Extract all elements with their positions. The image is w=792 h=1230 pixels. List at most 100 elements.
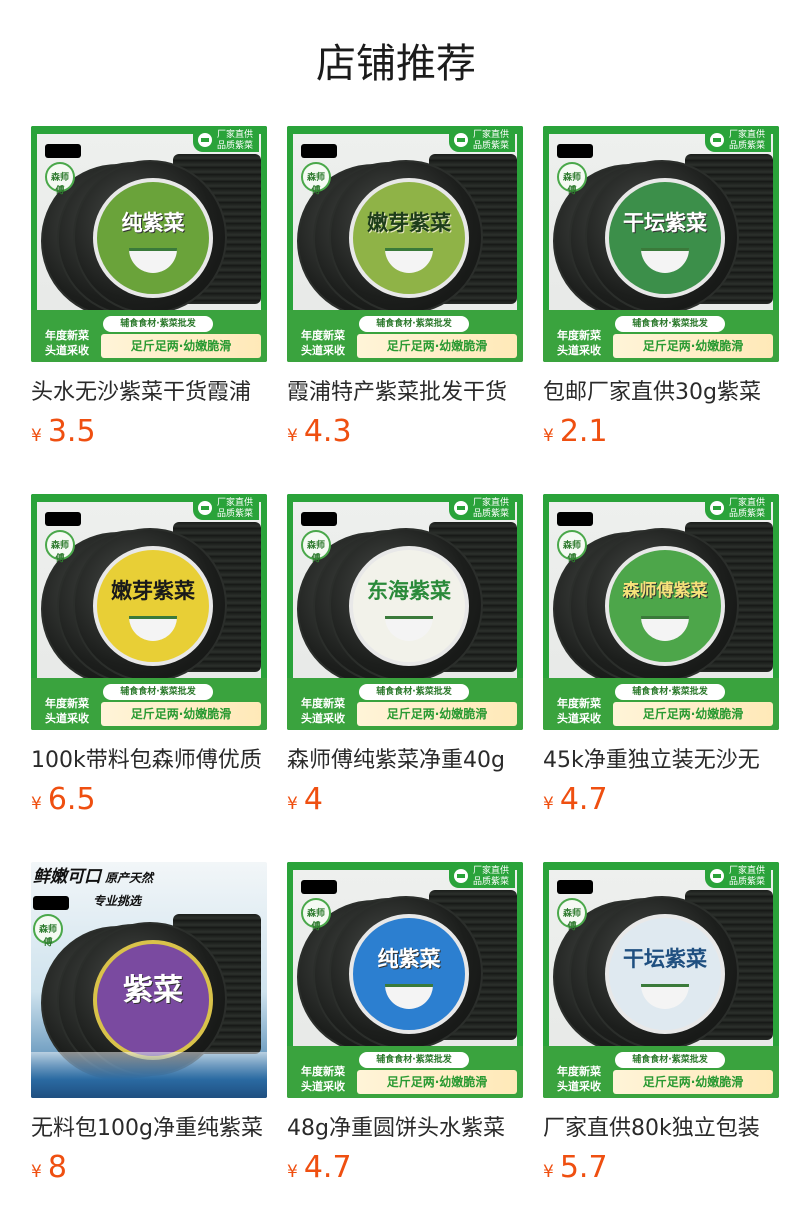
product-name[interactable]: 霞浦特产紫菜批发干货 xyxy=(287,378,523,408)
product-image[interactable]: 嫩芽紫菜 厂家直供 品质紫菜 森师傅 年度新菜 头道采收 辅食食材·紫菜批发 足斤足… xyxy=(287,126,523,362)
redacted-tag xyxy=(301,880,337,894)
factory-badge: 厂家直供 品质紫菜 xyxy=(704,866,771,888)
product-image[interactable]: 紫菜 鲜嫩可口 原产天然 专业挑选 森师傅 xyxy=(31,862,267,1098)
product-name[interactable]: 无料包100g净重纯紫菜 xyxy=(31,1114,267,1144)
package-label: 嫩芽紫菜 xyxy=(349,178,469,298)
product-grid: 纯紫菜 厂家直供 品质紫菜 森师傅 年度新菜 头道采收 辅食食材·紫菜批发 足斤足两… xyxy=(31,126,781,1206)
page-title: 店铺推荐 xyxy=(316,41,476,87)
product-name[interactable]: 头水无沙紫菜干货霞浦 xyxy=(31,378,267,408)
brand-logo: 森师傅 xyxy=(45,162,75,196)
package-label: 森师傅紫菜 xyxy=(605,546,725,666)
redacted-tag xyxy=(45,144,81,158)
product-image[interactable]: 森师傅紫菜 厂家直供 品质紫菜 森师傅 年度新菜 头道采收 辅食食材·紫菜批发 足斤… xyxy=(543,494,779,730)
product-price: ¥8 xyxy=(31,1150,67,1185)
product-card[interactable]: 干坛紫菜 厂家直供 品质紫菜 森师傅 年度新菜 头道采收 辅食食材·紫菜批发 足斤足… xyxy=(543,126,779,456)
brand-logo: 森师傅 xyxy=(301,530,331,564)
redacted-tag xyxy=(557,880,593,894)
product-price: ¥4.3 xyxy=(287,414,352,449)
promo-headline: 鲜嫩可口 原产天然 xyxy=(33,867,154,887)
currency-symbol: ¥ xyxy=(31,1162,42,1182)
promo-banner: 年度新菜 头道采收 辅食食材·紫菜批发 足斤足两·幼嫩脆滑 xyxy=(287,1046,523,1098)
promo-banner: 年度新菜 头道采收 辅食食材·紫菜批发 足斤足两·幼嫩脆滑 xyxy=(287,310,523,362)
wave-graphic xyxy=(31,1052,267,1098)
product-card[interactable]: 森师傅紫菜 厂家直供 品质紫菜 森师傅 年度新菜 头道采收 辅食食材·紫菜批发 足斤… xyxy=(543,494,779,824)
brand-logo: 森师傅 xyxy=(557,898,587,932)
product-price: ¥4.7 xyxy=(543,782,608,817)
product-image[interactable]: 嫩芽紫菜 厂家直供 品质紫菜 森师傅 年度新菜 头道采收 辅食食材·紫菜批发 足斤足… xyxy=(31,494,267,730)
product-image[interactable]: 东海紫菜 厂家直供 品质紫菜 森师傅 年度新菜 头道采收 辅食食材·紫菜批发 足斤足… xyxy=(287,494,523,730)
product-image[interactable]: 纯紫菜 厂家直供 品质紫菜 森师傅 年度新菜 头道采收 辅食食材·紫菜批发 足斤足两… xyxy=(287,862,523,1098)
package-label: 纯紫菜 xyxy=(93,178,213,298)
product-name[interactable]: 森师傅纯紫菜净重40g xyxy=(287,746,523,776)
promo-subline: 专业挑选 xyxy=(93,894,142,908)
brand-logo: 森师傅 xyxy=(301,162,331,196)
product-card[interactable]: 紫菜 鲜嫩可口 原产天然 专业挑选 森师傅 无料包100g净重纯紫菜 ¥8 xyxy=(31,862,267,1192)
currency-symbol: ¥ xyxy=(543,794,554,814)
redacted-tag xyxy=(301,512,337,526)
promo-banner: 年度新菜 头道采收 辅食食材·紫菜批发 足斤足两·幼嫩脆滑 xyxy=(543,678,779,730)
promo-banner: 年度新菜 头道采收 辅食食材·紫菜批发 足斤足两·幼嫩脆滑 xyxy=(31,310,267,362)
factory-badge: 厂家直供 品质紫菜 xyxy=(192,130,259,152)
brand-logo: 森师傅 xyxy=(557,530,587,564)
product-card[interactable]: 纯紫菜 厂家直供 品质紫菜 森师傅 年度新菜 头道采收 辅食食材·紫菜批发 足斤足两… xyxy=(31,126,267,456)
factory-badge: 厂家直供 品质紫菜 xyxy=(704,498,771,520)
redacted-tag xyxy=(33,896,69,910)
product-name[interactable]: 48g净重圆饼头水紫菜 xyxy=(287,1114,523,1144)
promo-banner: 年度新菜 头道采收 辅食食材·紫菜批发 足斤足两·幼嫩脆滑 xyxy=(287,678,523,730)
product-card[interactable]: 干坛紫菜 厂家直供 品质紫菜 森师傅 年度新菜 头道采收 辅食食材·紫菜批发 足斤足… xyxy=(543,862,779,1192)
truck-icon xyxy=(453,501,468,515)
product-image[interactable]: 干坛紫菜 厂家直供 品质紫菜 森师傅 年度新菜 头道采收 辅食食材·紫菜批发 足斤足… xyxy=(543,862,779,1098)
currency-symbol: ¥ xyxy=(287,794,298,814)
truck-icon xyxy=(709,869,724,883)
truck-icon xyxy=(709,133,724,147)
product-card[interactable]: 东海紫菜 厂家直供 品质紫菜 森师傅 年度新菜 头道采收 辅食食材·紫菜批发 足斤足… xyxy=(287,494,523,824)
currency-symbol: ¥ xyxy=(31,426,42,446)
product-card[interactable]: 嫩芽紫菜 厂家直供 品质紫菜 森师傅 年度新菜 头道采收 辅食食材·紫菜批发 足斤足… xyxy=(31,494,267,824)
redacted-tag xyxy=(557,144,593,158)
currency-symbol: ¥ xyxy=(543,1162,554,1182)
factory-badge: 厂家直供 品质紫菜 xyxy=(448,130,515,152)
product-name[interactable]: 厂家直供80k独立包装 xyxy=(543,1114,779,1144)
truck-icon xyxy=(453,869,468,883)
factory-badge: 厂家直供 品质紫菜 xyxy=(704,130,771,152)
redacted-tag xyxy=(557,512,593,526)
truck-icon xyxy=(197,133,212,147)
brand-logo: 森师傅 xyxy=(45,530,75,564)
product-name[interactable]: 100k带料包森师傅优质 xyxy=(31,746,267,776)
product-price: ¥4 xyxy=(287,782,323,817)
package-label: 东海紫菜 xyxy=(349,546,469,666)
currency-symbol: ¥ xyxy=(31,794,42,814)
promo-banner: 年度新菜 头道采收 辅食食材·紫菜批发 足斤足两·幼嫩脆滑 xyxy=(31,678,267,730)
product-image[interactable]: 纯紫菜 厂家直供 品质紫菜 森师傅 年度新菜 头道采收 辅食食材·紫菜批发 足斤足两… xyxy=(31,126,267,362)
redacted-tag xyxy=(301,144,337,158)
product-name[interactable]: 45k净重独立装无沙无 xyxy=(543,746,779,776)
currency-symbol: ¥ xyxy=(287,1162,298,1182)
product-price: ¥6.5 xyxy=(31,782,96,817)
currency-symbol: ¥ xyxy=(543,426,554,446)
promo-banner: 年度新菜 头道采收 辅食食材·紫菜批发 足斤足两·幼嫩脆滑 xyxy=(543,310,779,362)
product-image[interactable]: 干坛紫菜 厂家直供 品质紫菜 森师傅 年度新菜 头道采收 辅食食材·紫菜批发 足斤足… xyxy=(543,126,779,362)
product-card[interactable]: 纯紫菜 厂家直供 品质紫菜 森师傅 年度新菜 头道采收 辅食食材·紫菜批发 足斤足两… xyxy=(287,862,523,1192)
promo-banner: 年度新菜 头道采收 辅食食材·紫菜批发 足斤足两·幼嫩脆滑 xyxy=(543,1046,779,1098)
package-label: 嫩芽紫菜 xyxy=(93,546,213,666)
factory-badge: 厂家直供 品质紫菜 xyxy=(448,498,515,520)
product-price: ¥4.7 xyxy=(287,1150,352,1185)
redacted-tag xyxy=(45,512,81,526)
product-price: ¥5.7 xyxy=(543,1150,608,1185)
brand-logo: 森师傅 xyxy=(557,162,587,196)
product-card[interactable]: 嫩芽紫菜 厂家直供 品质紫菜 森师傅 年度新菜 头道采收 辅食食材·紫菜批发 足斤足… xyxy=(287,126,523,456)
truck-icon xyxy=(709,501,724,515)
factory-badge: 厂家直供 品质紫菜 xyxy=(448,866,515,888)
package-label: 干坛紫菜 xyxy=(605,178,725,298)
brand-logo: 森师傅 xyxy=(301,898,331,932)
brand-logo: 森师傅 xyxy=(33,914,63,948)
factory-badge: 厂家直供 品质紫菜 xyxy=(192,498,259,520)
package-label: 紫菜 xyxy=(93,940,213,1060)
package-label: 干坛紫菜 xyxy=(605,914,725,1034)
truck-icon xyxy=(197,501,212,515)
currency-symbol: ¥ xyxy=(287,426,298,446)
truck-icon xyxy=(453,133,468,147)
product-price: ¥2.1 xyxy=(543,414,608,449)
product-price: ¥3.5 xyxy=(31,414,96,449)
product-name[interactable]: 包邮厂家直供30g紫菜 xyxy=(543,378,779,408)
